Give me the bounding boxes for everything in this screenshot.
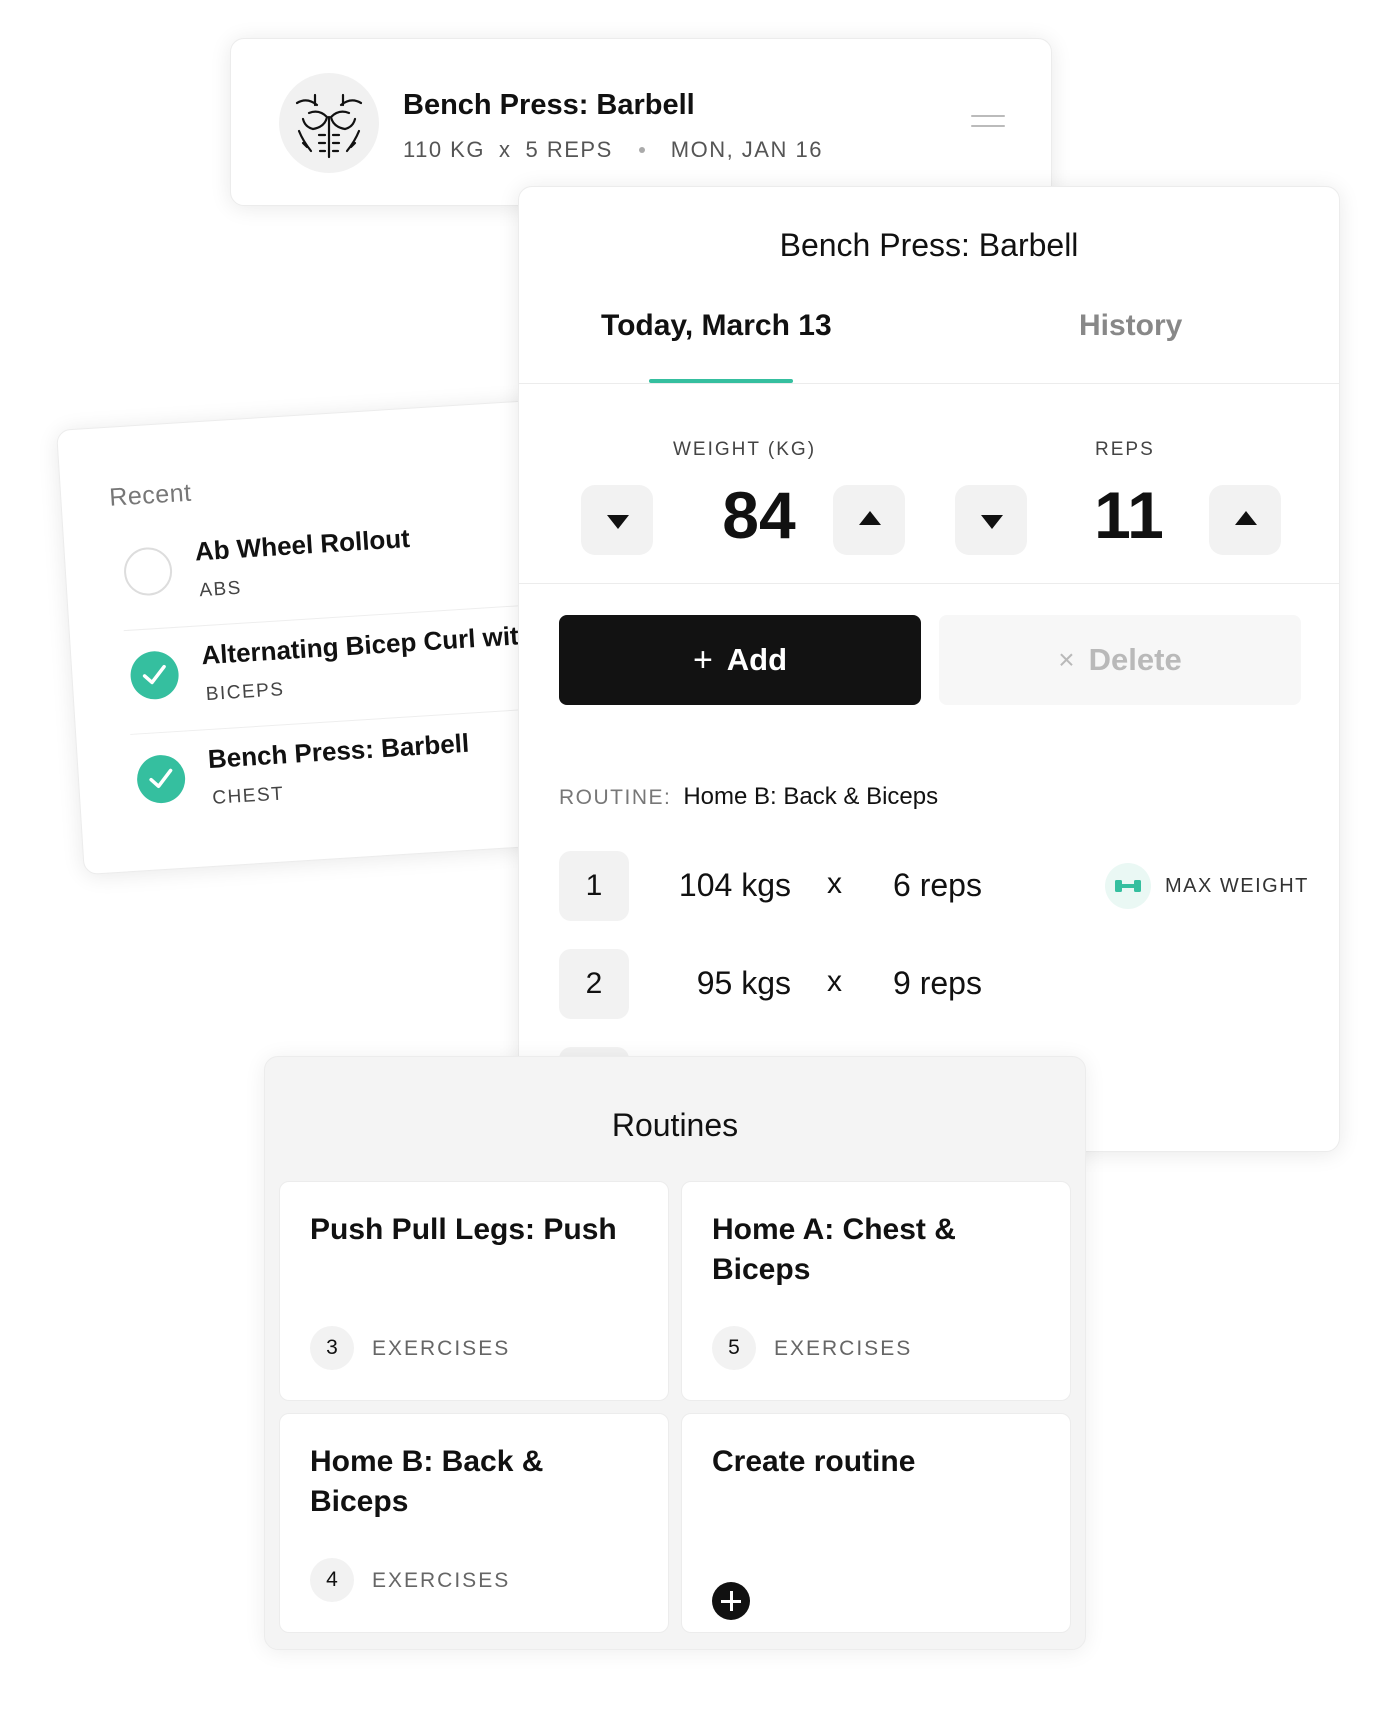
- times-sign: x: [827, 965, 842, 998]
- exercise-count: 5: [712, 1326, 756, 1370]
- weight-value: 110 KG: [403, 137, 485, 162]
- delete-label: Delete: [1088, 642, 1182, 677]
- caret-down-icon: [981, 515, 1003, 529]
- add-button[interactable]: + Add: [559, 615, 921, 705]
- max-weight-badge: MAX WEIGHT: [1105, 863, 1309, 909]
- routine-card[interactable]: Home B: Back & Biceps 4 EXERCISES: [279, 1413, 669, 1633]
- caret-up-icon: [1235, 511, 1257, 525]
- close-icon: ×: [1058, 644, 1075, 675]
- check-circle-icon[interactable]: [129, 649, 181, 701]
- routine-label: ROUTINE:: [559, 786, 672, 809]
- dumbbell-icon: [1105, 863, 1151, 909]
- recent-heading: Recent: [108, 478, 193, 512]
- exercise-detail-card: Bench Press: Barbell Today, March 13 His…: [518, 186, 1340, 1152]
- tabs-divider: [519, 383, 1339, 384]
- delete-button[interactable]: × Delete: [939, 615, 1301, 705]
- chest-muscle-icon: [279, 73, 379, 173]
- reps-value: 11: [1094, 478, 1164, 552]
- exercise-title: Bench Press: Barbell: [403, 89, 695, 121]
- max-weight-label: MAX WEIGHT: [1165, 874, 1309, 897]
- recent-item-name: Ab Wheel Rollout: [193, 523, 411, 567]
- reps-value: 5 REPS: [525, 137, 613, 162]
- set-number: 2: [559, 949, 629, 1019]
- routine-value: Home B: Back & Biceps: [683, 783, 939, 810]
- plus-icon: +: [692, 640, 713, 679]
- tab-today[interactable]: Today, March 13: [601, 309, 832, 343]
- routine-info: ROUTINE: Home B: Back & Biceps: [559, 783, 938, 811]
- exercise-summary-card[interactable]: Bench Press: Barbell 110 KG x 5 REPS MON…: [230, 38, 1052, 206]
- create-routine-card[interactable]: Create routine: [681, 1413, 1071, 1633]
- weight-increase-button[interactable]: [833, 485, 905, 555]
- tab-history[interactable]: History: [1079, 309, 1182, 343]
- times-sign: x: [827, 867, 842, 900]
- exercise-count: 4: [310, 1558, 354, 1602]
- add-label: Add: [726, 642, 788, 677]
- recent-item-name: Bench Press: Barbell: [207, 727, 470, 775]
- weight-value: 84: [722, 478, 796, 552]
- separator-dot: [638, 147, 645, 153]
- set-number: 1: [559, 851, 629, 921]
- recent-item-category: ABS: [198, 577, 243, 602]
- reps-label: REPS: [1095, 439, 1155, 460]
- recent-item-category: CHEST: [211, 783, 285, 809]
- exercises-label: EXERCISES: [372, 1569, 511, 1592]
- recent-exercises-card: Recent Ab Wheel Rollout ABS Alternating …: [56, 398, 620, 876]
- routine-name: Home B: Back & Biceps: [310, 1445, 544, 1518]
- set-row[interactable]: 2 95 kgs x 9 reps: [559, 949, 1319, 1019]
- times-sign: x: [498, 137, 512, 162]
- recent-item-name: Alternating Bicep Curl wit: [200, 620, 520, 671]
- exercise-meta: 110 KG x 5 REPS MON, JAN 16: [403, 137, 823, 163]
- date-value: MON, JAN 16: [670, 137, 823, 162]
- routine-name: Home A: Chest & Biceps: [712, 1213, 956, 1286]
- set-reps: 6 reps: [893, 867, 982, 903]
- routine-card[interactable]: Push Pull Legs: Push 3 EXERCISES: [279, 1181, 669, 1401]
- unchecked-circle-icon[interactable]: [122, 546, 174, 597]
- exercises-label: EXERCISES: [372, 1337, 511, 1360]
- caret-down-icon: [607, 515, 629, 529]
- recent-item-category: BICEPS: [205, 679, 286, 706]
- exercises-label: EXERCISES: [774, 1337, 913, 1360]
- hamburger-menu-icon[interactable]: [971, 115, 1005, 131]
- weight-decrease-button[interactable]: [581, 485, 653, 555]
- routines-heading: Routines: [611, 1107, 739, 1143]
- caret-up-icon: [859, 511, 881, 525]
- set-row[interactable]: 1 104 kgs x 6 reps MAX WEIGHT: [559, 851, 1319, 921]
- weight-label: WEIGHT (KG): [673, 439, 817, 460]
- stepper-divider: [519, 583, 1339, 584]
- check-circle-icon[interactable]: [135, 753, 187, 805]
- plus-circle-icon[interactable]: [712, 1582, 750, 1620]
- exercise-count: 3: [310, 1326, 354, 1370]
- set-reps: 9 reps: [893, 965, 982, 1001]
- detail-title: Bench Press: Barbell: [779, 227, 1079, 263]
- create-routine-label: Create routine: [712, 1445, 916, 1478]
- reps-decrease-button[interactable]: [955, 485, 1027, 555]
- routine-name: Push Pull Legs: Push: [310, 1213, 617, 1246]
- reps-increase-button[interactable]: [1209, 485, 1281, 555]
- set-weight: 104 kgs: [678, 867, 791, 903]
- routines-panel: Routines Push Pull Legs: Push 3 EXERCISE…: [264, 1056, 1086, 1650]
- routine-card[interactable]: Home A: Chest & Biceps 5 EXERCISES: [681, 1181, 1071, 1401]
- set-weight: 95 kgs: [696, 965, 791, 1001]
